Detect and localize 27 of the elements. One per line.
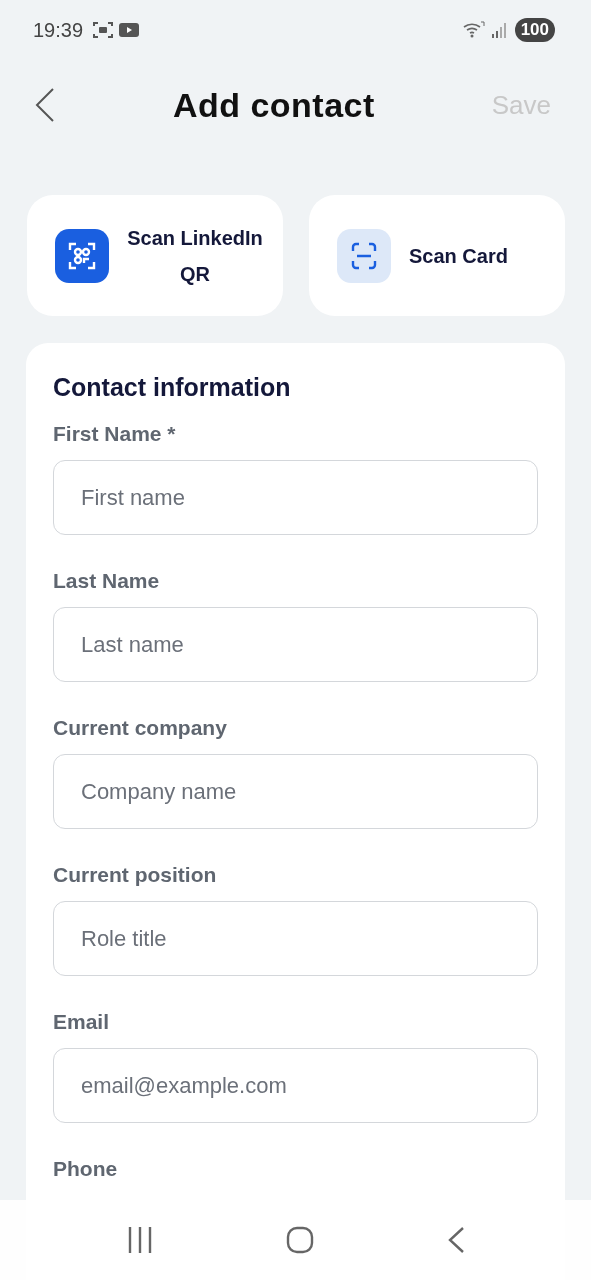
back-icon[interactable] [446,1226,465,1254]
home-icon[interactable] [285,1226,314,1254]
input-field[interactable]: email@example.com [53,1048,538,1123]
back-icon[interactable] [34,87,56,123]
field-label: Current company [53,716,227,740]
scan-button[interactable]: Scan Card [309,195,565,316]
battery-level: 100 [514,18,555,42]
input-field[interactable]: First name [53,460,538,535]
input-field[interactable]: Last name [53,607,538,682]
signal-icon [490,22,509,38]
input-field[interactable]: Role title [53,901,538,976]
field-label: Last Name [53,569,160,593]
page-title: Add contact [171,85,376,125]
field-label: Email [53,1010,110,1034]
scan-frame-icon [337,228,391,283]
qr-scan-icon [55,228,109,283]
scan-button[interactable]: Scan LinkedIn QR [27,195,283,316]
field-label: Phone [53,1157,118,1181]
wifi-icon [462,21,485,39]
field-label: First Name * [53,422,176,446]
field-label: Current position [53,863,217,887]
input-field[interactable]: Company name [53,754,538,829]
recents-icon[interactable] [126,1226,153,1254]
section-title: Contact information [53,373,292,402]
video-icon [119,22,140,38]
screenshot-icon [93,21,114,39]
status-time: 19:39 [33,18,84,42]
